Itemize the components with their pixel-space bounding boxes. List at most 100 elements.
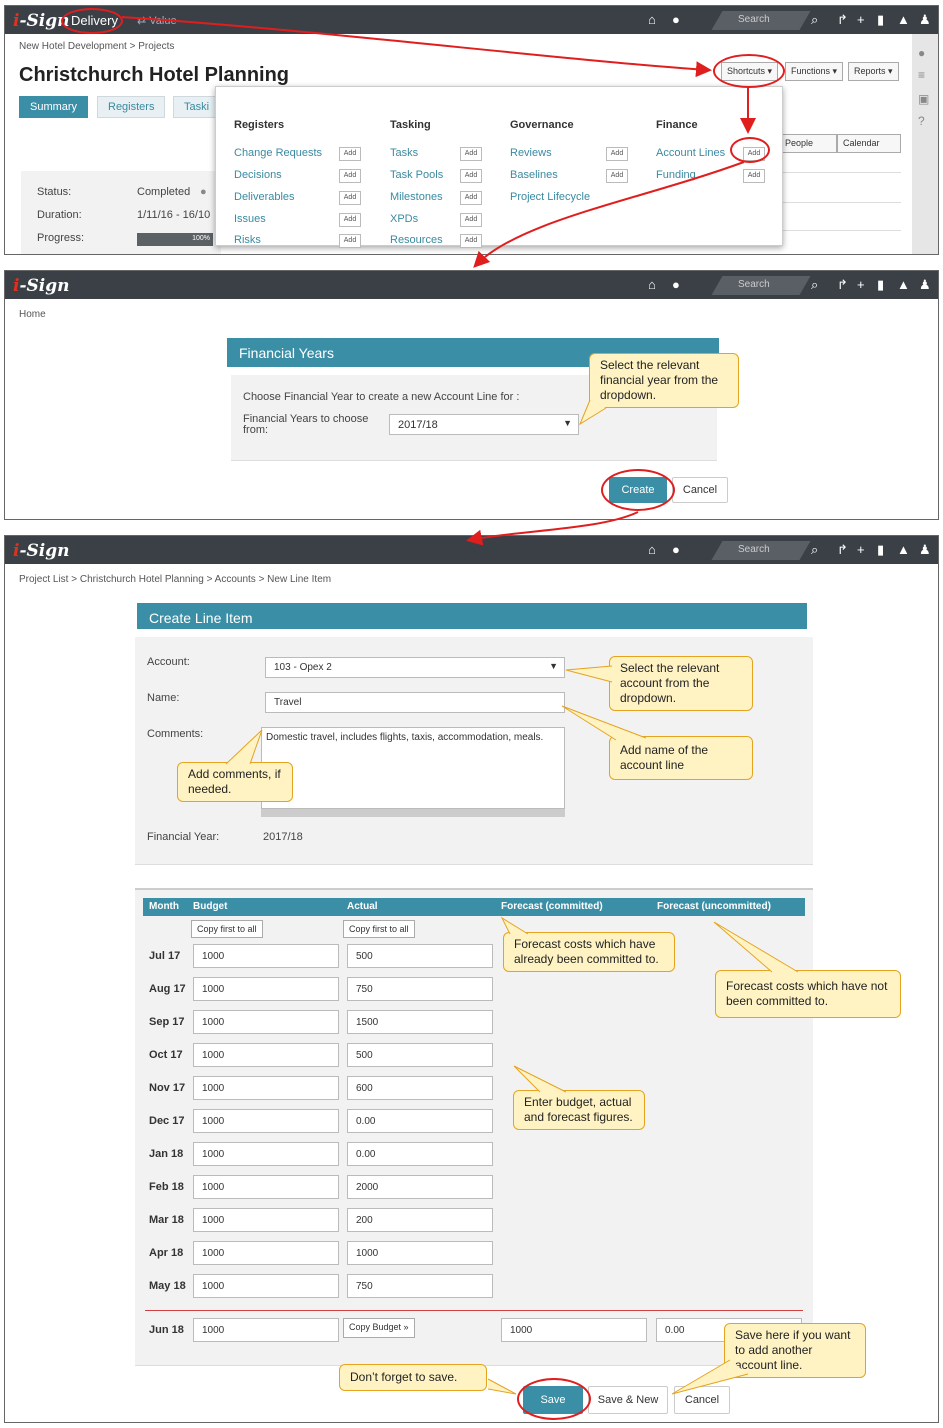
actual-input[interactable]: 0.00 [347,1142,493,1166]
menu-item-issues[interactable]: Issues [234,213,266,225]
budget-input[interactable]: 1000 [193,1109,339,1133]
actual-input[interactable]: 200 [347,1208,493,1232]
home-icon[interactable]: ⌂ [648,12,656,28]
menu-item-change-requests[interactable]: Change Requests [234,147,322,159]
search-input[interactable]: Search [738,544,770,555]
people-button[interactable]: People [779,134,837,153]
budget-input[interactable]: 1000 [193,1076,339,1100]
add-button[interactable]: Add [460,169,482,183]
functions-button[interactable]: Functions ▾ [785,62,844,81]
add-button[interactable]: Add [460,147,482,161]
budget-input[interactable]: 1000 [193,977,339,1001]
search-icon[interactable]: ⌕ [811,542,818,558]
globe-icon[interactable]: ● [672,542,680,558]
actual-input[interactable]: 750 [347,1274,493,1298]
budget-input[interactable]: 1000 [193,944,339,968]
menu-item-tasks[interactable]: Tasks [390,147,418,159]
actual-input[interactable]: 500 [347,944,493,968]
add-button[interactable]: Add [606,147,628,161]
globe-icon[interactable]: ● [672,12,680,28]
actual-input[interactable]: 600 [347,1076,493,1100]
actual-input[interactable]: 750 [347,977,493,1001]
add-button[interactable]: Add [460,213,482,227]
plus-icon[interactable]: + [857,12,865,28]
copy-budget-button[interactable]: Copy Budget » [343,1318,415,1338]
share-icon[interactable]: ↱ [837,12,848,28]
comments-scrollbar[interactable] [261,809,565,817]
menu-item-task-pools[interactable]: Task Pools [390,169,443,181]
breadcrumb[interactable]: New Hotel Development > Projects [19,41,174,52]
budget-input[interactable]: 1000 [193,1208,339,1232]
menu-item-decisions[interactable]: Decisions [234,169,282,181]
add-button[interactable]: Add [743,169,765,183]
share-icon[interactable]: ↱ [837,277,848,293]
add-button[interactable]: Add [606,169,628,183]
menu-item-baselines[interactable]: Baselines [510,169,558,181]
bell-icon[interactable]: ▲ [897,542,910,558]
financial-year-select[interactable]: 2017/18 ▼ [389,414,579,435]
add-button[interactable]: Add [339,191,361,205]
menu-item-risks[interactable]: Risks [234,234,261,246]
add-button[interactable]: Add [339,147,361,161]
bookmark-icon[interactable]: ▮ [877,12,884,28]
menu-item-milestones[interactable]: Milestones [390,191,443,203]
actual-input[interactable]: 0.00 [347,1109,493,1133]
name-input[interactable]: Travel [265,692,565,713]
tab-registers[interactable]: Registers [97,96,166,118]
breadcrumb[interactable]: Project List > Christchurch Hotel Planni… [19,574,331,585]
chat-icon[interactable]: ● [918,46,925,60]
bookmark-icon[interactable]: ▮ [877,277,884,293]
cancel-button[interactable]: Cancel [674,1386,730,1414]
actual-input[interactable]: 1500 [347,1010,493,1034]
menu-item-reviews[interactable]: Reviews [510,147,552,159]
copy-first-budget-button[interactable]: Copy first to all [191,920,263,938]
nav-value[interactable]: ⇄ Value [137,14,177,27]
actual-input[interactable]: 1000 [347,1241,493,1265]
search-input[interactable]: Search [738,14,770,25]
lock-icon[interactable]: ▣ [918,92,929,106]
globe-icon[interactable]: ● [672,277,680,293]
menu-item-project-lifecycle[interactable]: Project Lifecycle [510,191,590,203]
user-icon[interactable]: ♟ [919,277,931,293]
help-icon[interactable]: ? [918,114,925,128]
cancel-button[interactable]: Cancel [672,477,728,503]
account-select[interactable]: 103 - Opex 2 ▼ [265,657,565,678]
reports-button[interactable]: Reports ▾ [848,62,899,81]
search-input[interactable]: Search [738,279,770,290]
menu-item-funding[interactable]: Funding [656,169,696,181]
list-icon[interactable]: ≡ [918,68,925,82]
menu-item-deliverables[interactable]: Deliverables [234,191,295,203]
menu-item-xpds[interactable]: XPDs [390,213,418,225]
menu-item-account-lines[interactable]: Account Lines [656,147,725,159]
bell-icon[interactable]: ▲ [897,12,910,28]
breadcrumb[interactable]: Home [19,309,46,320]
share-icon[interactable]: ↱ [837,542,848,558]
budget-input-last[interactable]: 1000 [193,1318,339,1342]
add-button[interactable]: Add [339,169,361,183]
bookmark-icon[interactable]: ▮ [877,542,884,558]
calendar-button[interactable]: Calendar [837,134,901,153]
add-button[interactable]: Add [339,213,361,227]
plus-icon[interactable]: + [857,277,865,293]
bell-icon[interactable]: ▲ [897,277,910,293]
tab-tasking[interactable]: Taski [173,96,221,118]
plus-icon[interactable]: + [857,542,865,558]
search-icon[interactable]: ⌕ [811,277,818,293]
budget-input[interactable]: 1000 [193,1010,339,1034]
user-icon[interactable]: ♟ [919,542,931,558]
add-button[interactable]: Add [339,234,361,248]
menu-item-resources[interactable]: Resources [390,234,443,246]
search-icon[interactable]: ⌕ [811,12,818,28]
budget-input[interactable]: 1000 [193,1142,339,1166]
home-icon[interactable]: ⌂ [648,277,656,293]
actual-input[interactable]: 500 [347,1043,493,1067]
home-icon[interactable]: ⌂ [648,542,656,558]
budget-input[interactable]: 1000 [193,1043,339,1067]
copy-first-actual-button[interactable]: Copy first to all [343,920,415,938]
user-icon[interactable]: ♟ [919,12,931,28]
add-button[interactable]: Add [460,191,482,205]
forecast-committed-input[interactable]: 1000 [501,1318,647,1342]
tab-summary[interactable]: Summary [19,96,89,118]
actual-input[interactable]: 2000 [347,1175,493,1199]
add-button[interactable]: Add [460,234,482,248]
